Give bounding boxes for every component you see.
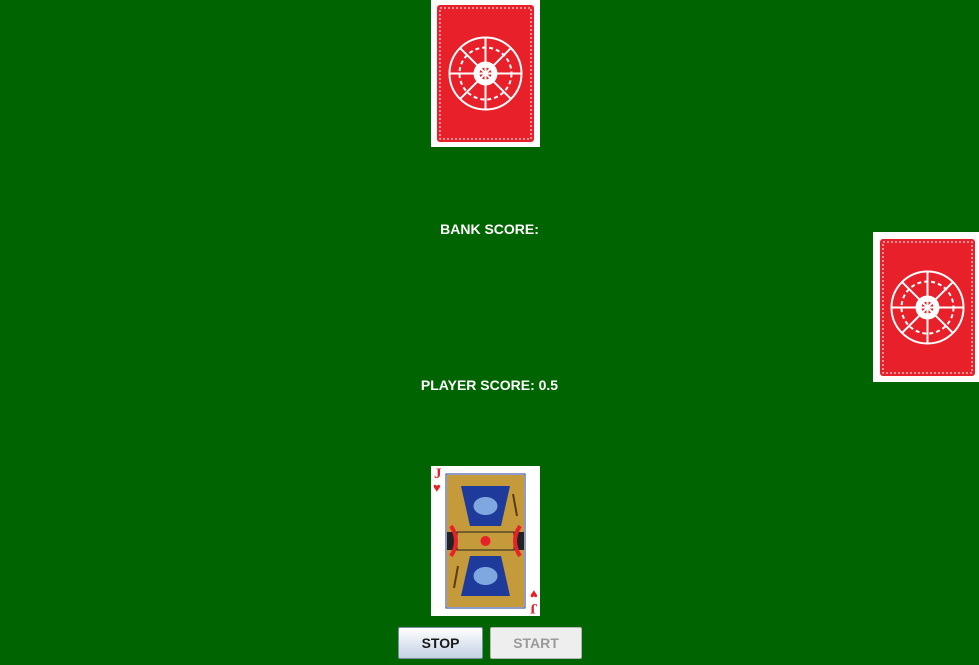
jack-of-hearts-card-face (431, 466, 540, 616)
bank-score-label: BANK SCORE: (440, 221, 539, 237)
player-score-label: PLAYER SCORE: (420, 377, 535, 393)
card-back-pattern (873, 232, 979, 382)
heart-icon: ♥ (530, 587, 538, 602)
heart-icon: ♥ (433, 480, 441, 495)
start-button[interactable]: START (490, 627, 582, 659)
player-card: J ♥ J ♥ (431, 466, 540, 616)
stop-button[interactable]: STOP (398, 627, 483, 659)
player-score-value: 0.5 (538, 377, 559, 393)
card-rank-bottom: J (529, 600, 538, 616)
player-score: PLAYER SCORE: 0.5 (0, 377, 979, 393)
card-back-pattern (431, 0, 540, 147)
bank-score: BANK SCORE: (0, 221, 979, 237)
deck-card (873, 232, 979, 382)
bank-card (431, 0, 540, 147)
